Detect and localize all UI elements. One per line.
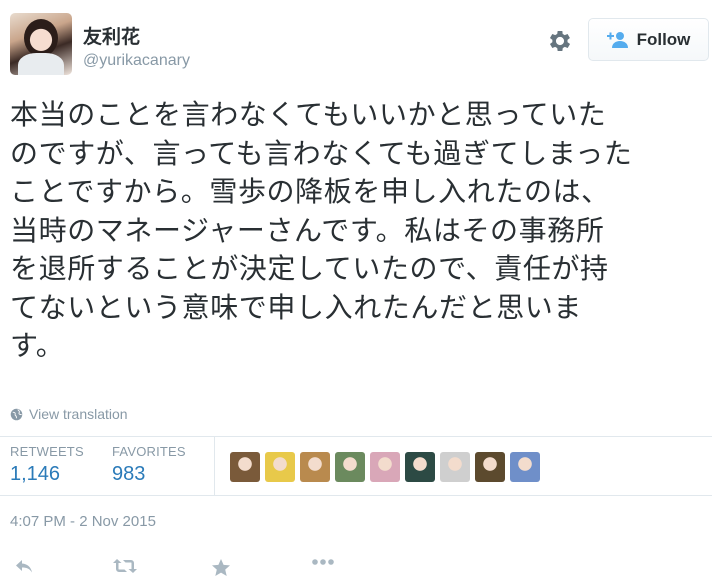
tweet-timestamp[interactable]: 4:07 PM - 2 Nov 2015 [10, 513, 156, 530]
username[interactable]: @yurikacanary [83, 52, 190, 70]
favoriter-avatar[interactable] [265, 452, 295, 482]
tweet-line: 当時のマネージャーさんです。私はその事務所 [10, 213, 605, 247]
follow-person-icon [606, 31, 628, 48]
tweet-stats: RETWEETS 1,146 FAVORITES 983 [0, 436, 712, 496]
view-translation-link[interactable]: View translation [10, 406, 128, 422]
favoriter-avatar[interactable] [405, 452, 435, 482]
stats-divider [214, 437, 215, 495]
retweets-stat[interactable]: RETWEETS 1,146 [10, 444, 84, 486]
more-icon[interactable] [311, 558, 335, 566]
retweets-label: RETWEETS [10, 444, 84, 459]
follow-button[interactable]: Follow [588, 18, 709, 61]
favoriter-avatar[interactable] [475, 452, 505, 482]
favorite-icon[interactable] [211, 558, 231, 577]
tweet-line: ことですから。雪歩の降板を申し入れたのは、 [10, 175, 610, 208]
favoriter-avatar[interactable] [440, 452, 470, 482]
tweet-line: のですが、言っても言わなくても過ぎてしまった [10, 136, 633, 170]
reply-icon[interactable] [14, 558, 34, 574]
globe-icon [10, 408, 23, 420]
tweet-actions [0, 550, 720, 587]
retweet-icon[interactable] [112, 558, 138, 574]
favoriter-avatar[interactable] [230, 452, 260, 482]
tweet-text: 本当のことを言わなくてもいいかと思っていた のですが、言っても言わなくても過ぎて… [10, 96, 710, 366]
tweet-header: 友利花 @yurikacanary Follow [0, 0, 720, 90]
follow-label: Follow [636, 29, 691, 49]
favorites-stat[interactable]: FAVORITES 983 [112, 444, 186, 486]
gear-icon[interactable] [546, 27, 574, 55]
favoriter-avatar[interactable] [335, 452, 365, 482]
view-translation-label: View translation [29, 406, 128, 422]
tweet-line: を退所することが決定していたので、責任が持 [10, 252, 609, 285]
favoriter-avatar[interactable] [370, 452, 400, 482]
display-name[interactable]: 友利花 [83, 22, 140, 49]
tweet-line: 本当のことを言わなくてもいいかと思っていた [10, 98, 607, 131]
favoriter-avatar[interactable] [510, 452, 540, 482]
retweets-count: 1,146 [10, 463, 61, 485]
tweet-line: てないという意味で申し入れたんだと思いま [10, 290, 583, 324]
favoriter-avatar[interactable] [300, 452, 330, 482]
favorites-count: 983 [112, 463, 146, 485]
favoriter-avatars [230, 452, 540, 482]
tweet-line: す。 [10, 329, 65, 362]
favorites-label: FAVORITES [112, 444, 186, 459]
avatar[interactable] [10, 13, 72, 75]
